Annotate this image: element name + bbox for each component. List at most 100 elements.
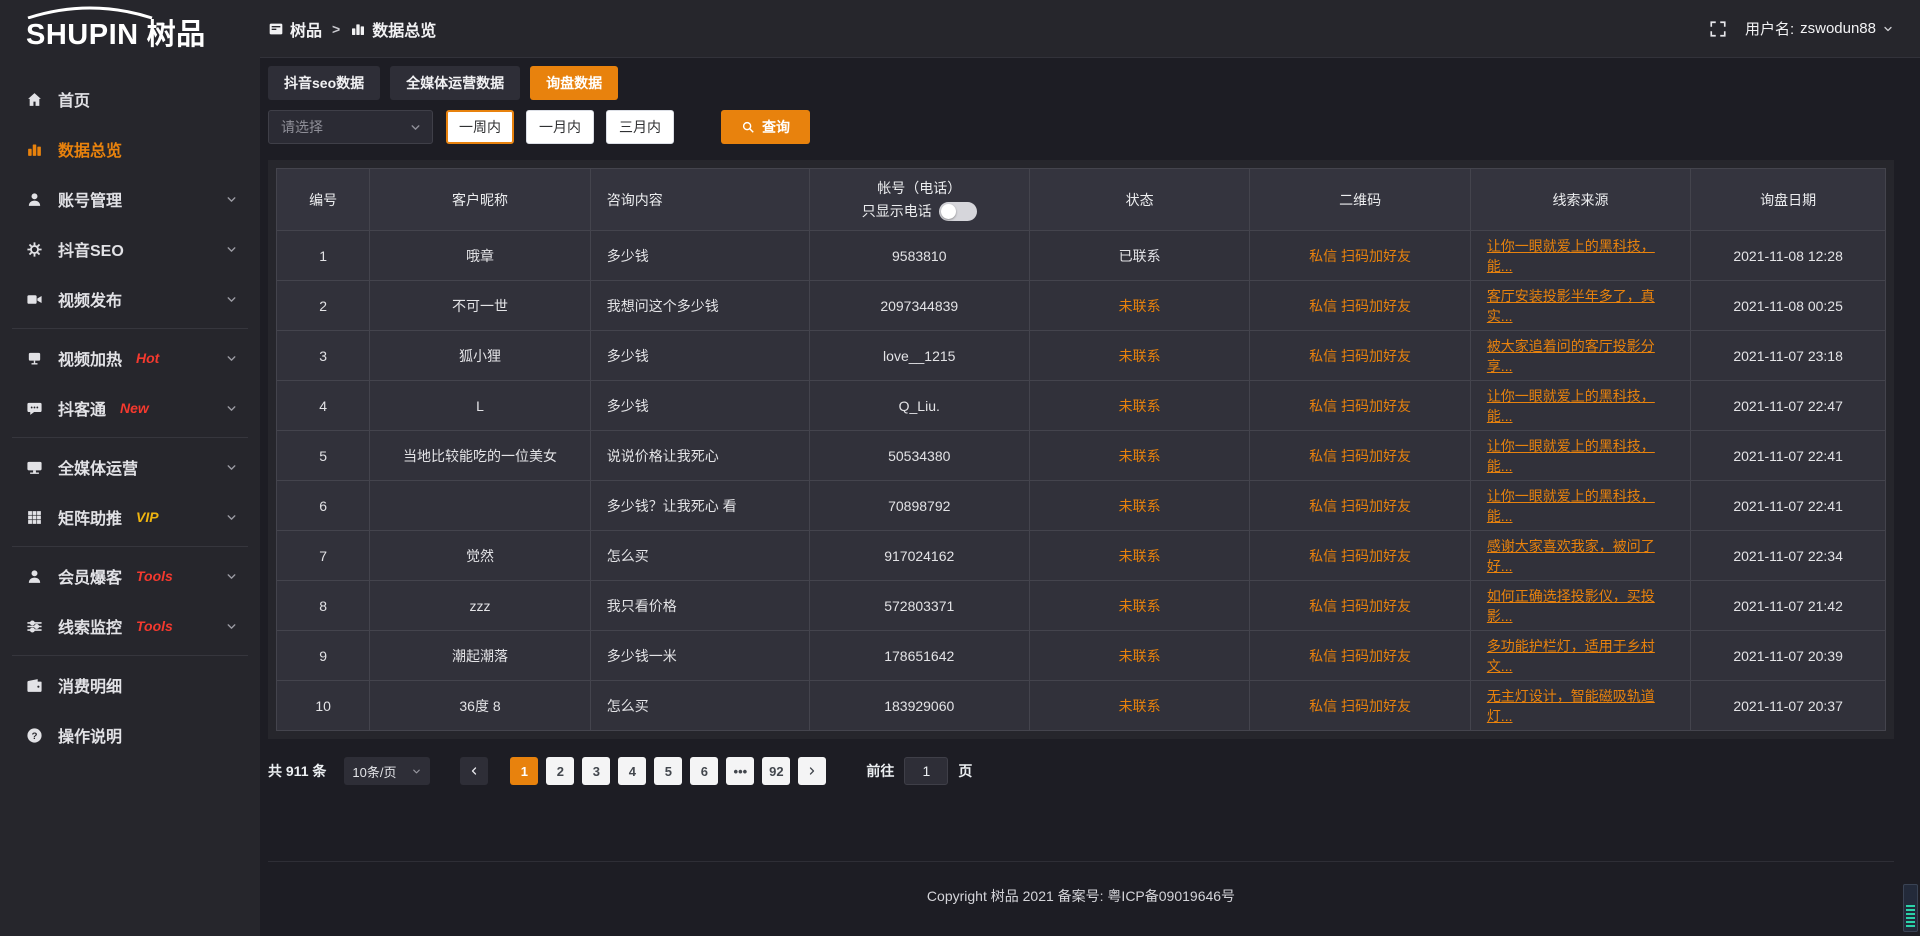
period-button[interactable]: 一月内 <box>526 110 594 144</box>
qr-add-friend-link[interactable]: 私信 扫码加好友 <box>1309 248 1411 264</box>
tab-inactive[interactable]: 抖音seo数据 <box>268 66 380 100</box>
sidebar-item-monitor[interactable]: 全媒体运营 <box>0 442 260 492</box>
qr-add-friend-link[interactable]: 私信 扫码加好友 <box>1309 398 1411 414</box>
qr-add-friend-link[interactable]: 私信 扫码加好友 <box>1309 448 1411 464</box>
sliders-icon <box>26 618 43 635</box>
chart-icon <box>26 141 43 158</box>
tab-inactive[interactable]: 全媒体运营数据 <box>390 66 520 100</box>
cell-qrcode: 私信 扫码加好友 <box>1250 231 1470 281</box>
source-link[interactable]: 让你一眼就爱上的黑科技，能... <box>1487 388 1655 424</box>
cell-nickname: 哦章 <box>370 231 590 281</box>
qr-add-friend-link[interactable]: 私信 扫码加好友 <box>1309 548 1411 564</box>
page-button[interactable]: 6 <box>690 757 718 785</box>
sidebar-item-sliders[interactable]: 线索监控Tools <box>0 601 260 651</box>
sidebar-item-question[interactable]: 操作说明 <box>0 710 260 760</box>
source-link[interactable]: 如何正确选择投影仪，买投影... <box>1487 588 1655 624</box>
cell-account: love__1215 <box>809 331 1029 381</box>
sidebar-menu: 首页数据总览账号管理抖音SEO视频发布视频加热Hot抖客通New 全媒体运营矩阵助… <box>0 58 260 760</box>
sidebar-item-home[interactable]: 首页 <box>0 74 260 124</box>
sidebar-divider <box>12 655 248 656</box>
source-link[interactable]: 让你一眼就爱上的黑科技，能... <box>1487 488 1655 524</box>
source-link[interactable]: 让你一眼就爱上的黑科技，能... <box>1487 438 1655 474</box>
cell-source: 多功能护栏灯，适用于乡村文... <box>1470 631 1690 681</box>
cell-date: 2021-11-07 22:41 <box>1691 481 1886 531</box>
qr-add-friend-link[interactable]: 私信 扫码加好友 <box>1309 648 1411 664</box>
inquiry-table: 编号客户昵称咨询内容帐号（电话） 只显示电话 状态二维码线索来源询盘日期 1哦章… <box>276 168 1886 731</box>
page-button[interactable]: 5 <box>654 757 682 785</box>
source-link[interactable]: 让你一眼就爱上的黑科技，能... <box>1487 238 1655 274</box>
cell-date: 2021-11-07 20:39 <box>1691 631 1886 681</box>
sidebar-item-wallet[interactable]: 消费明细 <box>0 660 260 710</box>
sidebar-item-chat[interactable]: 抖客通New <box>0 383 260 433</box>
qr-add-friend-link[interactable]: 私信 扫码加好友 <box>1309 298 1411 314</box>
cell-qrcode: 私信 扫码加好友 <box>1250 681 1470 731</box>
column-header: 询盘日期 <box>1691 169 1886 231</box>
cell-status: 未联系 <box>1029 631 1249 681</box>
sidebar-item-screen[interactable]: 视频加热Hot <box>0 333 260 383</box>
page-size-select[interactable]: 10条/页 <box>344 757 430 785</box>
cell-account: 70898792 <box>809 481 1029 531</box>
goto-page: 前往 页 <box>866 757 972 785</box>
sidebar-item-grid[interactable]: 矩阵助推VIP <box>0 492 260 542</box>
toggle-knob <box>941 204 956 219</box>
cell-qrcode: 私信 扫码加好友 <box>1250 531 1470 581</box>
qr-add-friend-link[interactable]: 私信 扫码加好友 <box>1309 348 1411 364</box>
page-button[interactable]: 1 <box>510 757 538 785</box>
query-button[interactable]: 查询 <box>721 110 810 144</box>
chevron-down-icon <box>409 121 422 134</box>
topbar: 树品>数据总览 用户名: zswodun88 <box>260 0 1920 58</box>
show-phone-only-toggle[interactable] <box>939 202 977 221</box>
cell-nickname: 觉然 <box>370 531 590 581</box>
cell-no: 1 <box>277 231 370 281</box>
chevron-down-icon <box>225 243 238 256</box>
sidebar-item-member[interactable]: 会员爆客Tools <box>0 551 260 601</box>
qr-add-friend-link[interactable]: 私信 扫码加好友 <box>1309 698 1411 714</box>
chevron-down-icon <box>225 352 238 365</box>
page-button[interactable]: 3 <box>582 757 610 785</box>
sidebar-item-user[interactable]: 账号管理 <box>0 174 260 224</box>
sidebar-item-gear[interactable]: 抖音SEO <box>0 224 260 274</box>
cell-nickname: 潮起潮落 <box>370 631 590 681</box>
cell-content: 多少钱 <box>590 331 809 381</box>
sidebar-item-label: 操作说明 <box>58 723 122 747</box>
breadcrumb-item[interactable]: 数据总览 <box>350 17 436 41</box>
period-button[interactable]: 一周内 <box>446 110 514 144</box>
cell-date: 2021-11-08 00:25 <box>1691 281 1886 331</box>
cell-content: 说说价格让我死心 <box>590 431 809 481</box>
page-button[interactable]: 4 <box>618 757 646 785</box>
cell-qrcode: 私信 扫码加好友 <box>1250 431 1470 481</box>
source-link[interactable]: 多功能护栏灯，适用于乡村文... <box>1487 638 1655 674</box>
period-buttons: 一周内一月内三月内 <box>446 110 674 144</box>
source-link[interactable]: 被大家追着问的客厅投影分享... <box>1487 338 1655 374</box>
cell-status: 未联系 <box>1029 581 1249 631</box>
qr-add-friend-link[interactable]: 私信 扫码加好友 <box>1309 598 1411 614</box>
cell-status: 未联系 <box>1029 331 1249 381</box>
page-ellipsis-button[interactable]: ••• <box>726 757 754 785</box>
sidebar-item-video[interactable]: 视频发布 <box>0 274 260 324</box>
page-button[interactable]: 92 <box>762 757 790 785</box>
sidebar-item-chart[interactable]: 数据总览 <box>0 124 260 174</box>
prev-page-button[interactable] <box>460 757 488 785</box>
goto-page-input[interactable] <box>904 757 948 785</box>
screen-icon <box>26 350 43 367</box>
sidebar-item-label: 线索监控 <box>58 614 122 638</box>
column-header: 线索来源 <box>1470 169 1690 231</box>
tab-active[interactable]: 询盘数据 <box>530 66 618 100</box>
table-row: 5当地比较能吃的一位美女说说价格让我死心50534380未联系私信 扫码加好友让… <box>277 431 1886 481</box>
period-button[interactable]: 三月内 <box>606 110 674 144</box>
source-link[interactable]: 无主灯设计，智能磁吸轨道灯... <box>1487 688 1655 724</box>
source-link[interactable]: 感谢大家喜欢我家，被问了好... <box>1487 538 1655 574</box>
cell-no: 6 <box>277 481 370 531</box>
breadcrumb-item[interactable]: 树品 <box>268 17 322 41</box>
page-button[interactable]: 2 <box>546 757 574 785</box>
source-link[interactable]: 客厅安装投影半年多了，真实... <box>1487 288 1655 324</box>
qr-add-friend-link[interactable]: 私信 扫码加好友 <box>1309 498 1411 514</box>
cell-content: 怎么买 <box>590 681 809 731</box>
next-page-button[interactable] <box>798 757 826 785</box>
account-select[interactable]: 请选择 <box>268 110 433 144</box>
user-menu[interactable]: 用户名: zswodun88 <box>1745 18 1894 39</box>
cell-no: 10 <box>277 681 370 731</box>
stats-widget[interactable] <box>1903 884 1918 932</box>
column-header: 咨询内容 <box>590 169 809 231</box>
fullscreen-icon[interactable] <box>1709 20 1727 38</box>
